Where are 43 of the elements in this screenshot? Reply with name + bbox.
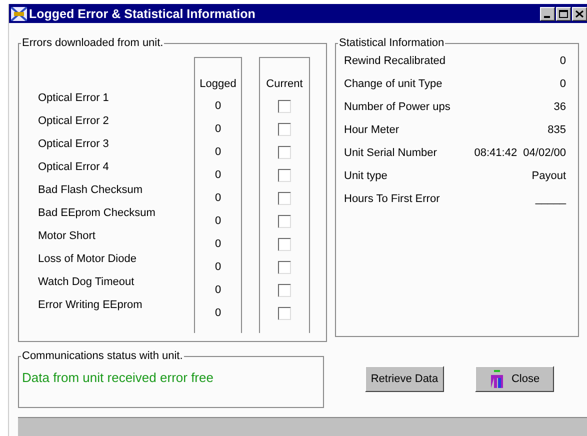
stat-label: Rewind Recalibrated [344, 55, 446, 69]
stat-label: Number of Power ups [344, 101, 450, 115]
stat-value: 0 [560, 78, 566, 92]
logged-count: 0 [214, 99, 222, 114]
error-label: Bad EEprom Checksum [38, 206, 156, 221]
stat-label: Hour Meter [344, 124, 400, 138]
column-header: Current [266, 77, 303, 92]
close-button[interactable]: Close [475, 366, 554, 392]
stat-label: Hours To First Error [344, 193, 440, 207]
error-label: Optical Error 4 [38, 160, 110, 175]
error-label: Error Writing EEprom [38, 298, 144, 313]
status-message: Data from unit received error free [21, 369, 214, 385]
window-title: Logged Error & Statistical Information [29, 6, 256, 20]
logged-count: 0 [214, 145, 222, 160]
error-label: Optical Error 1 [38, 91, 110, 106]
stat-value: 835 [548, 124, 566, 138]
stat-value: 0 [560, 55, 566, 69]
logged-count: 0 [214, 283, 222, 298]
group-title: Errors downloaded from unit. [21, 37, 164, 49]
logged-count: 0 [214, 168, 222, 183]
logged-count: 0 [214, 214, 222, 229]
stat-label: Unit Serial Number [344, 147, 437, 161]
logged-count: 0 [214, 260, 222, 275]
stat-value: 08:41:42 04/02/00 [474, 147, 566, 161]
error-label: Optical Error 3 [38, 137, 110, 152]
stat-value: _____ [535, 193, 566, 207]
retrieve-data-button[interactable]: Retrieve Data [365, 366, 444, 392]
error-label: Loss of Motor Diode [38, 252, 138, 267]
stat-label: Change of unit Type [344, 78, 442, 92]
error-label: Bad Flash Checksum [38, 183, 144, 198]
logged-count: 0 [214, 191, 222, 206]
stat-label: Unit type [344, 170, 388, 184]
stat-value: Payout [532, 170, 566, 184]
column-header: Logged [200, 77, 236, 92]
group-title: Communications status with unit. [21, 350, 184, 362]
group-title: Statistical Information [338, 37, 446, 49]
logged-count: 0 [214, 237, 222, 252]
error-label: Optical Error 2 [38, 114, 110, 129]
stat-value: 36 [554, 101, 566, 115]
logged-count: 0 [214, 122, 222, 137]
logged-count: 0 [214, 306, 222, 321]
error-label: Motor Short [38, 229, 96, 244]
error-label: Watch Dog Timeout [38, 275, 136, 290]
